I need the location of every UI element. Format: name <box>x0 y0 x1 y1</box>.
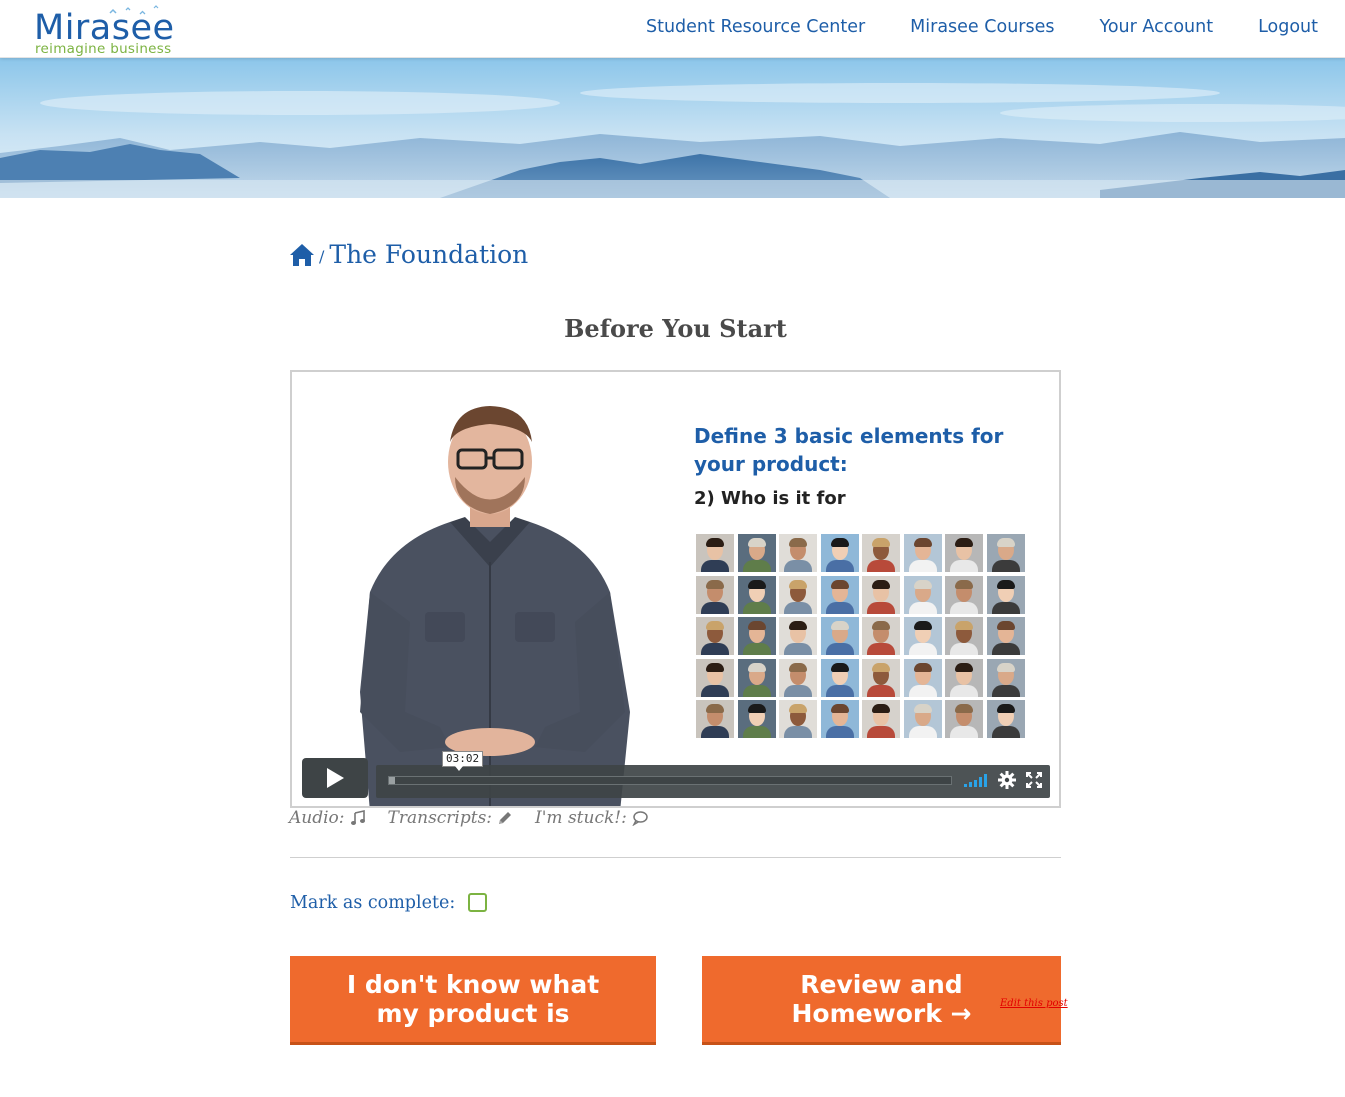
nav-student-resource-center[interactable]: Student Resource Center <box>646 17 865 37</box>
face-photo <box>986 700 1025 738</box>
face-photo <box>945 617 983 655</box>
face-photo <box>737 534 776 572</box>
face-photo <box>820 658 859 697</box>
face-photo <box>903 658 942 697</box>
nav-your-account[interactable]: Your Account <box>1099 17 1213 37</box>
face-photo <box>820 617 859 655</box>
edit-post-link[interactable]: Edit this post <box>1000 998 1068 1009</box>
face-photo <box>986 658 1025 697</box>
face-photo <box>862 575 900 614</box>
face-photo <box>986 575 1025 614</box>
presenter-image <box>360 406 630 806</box>
face-photo <box>779 658 817 697</box>
dont-know-product-label: I don't know what my product is <box>346 970 600 1028</box>
breadcrumb-the-foundation[interactable]: The Foundation <box>329 240 528 269</box>
mountain-banner <box>0 58 1345 198</box>
pencil-icon <box>499 812 512 824</box>
play-button[interactable] <box>302 758 368 798</box>
face-photo <box>696 534 734 572</box>
face-photo <box>737 700 776 738</box>
face-photo <box>737 658 776 697</box>
settings-gear-icon[interactable] <box>998 771 1016 789</box>
lesson-resources: Audio: Transcripts: I'm stuck!: <box>289 808 648 828</box>
face-photo <box>696 700 734 738</box>
home-icon[interactable] <box>289 243 315 267</box>
transcripts-label: Transcripts: <box>387 808 493 828</box>
face-photo <box>737 617 776 655</box>
face-photo <box>862 700 900 738</box>
mark-complete-checkbox[interactable] <box>468 893 487 912</box>
face-photo <box>903 575 942 614</box>
face-photo <box>696 658 734 697</box>
face-photo <box>820 575 859 614</box>
face-photo <box>737 575 776 614</box>
play-icon <box>327 768 344 788</box>
time-tooltip: 03:02 <box>442 751 484 771</box>
face-photo <box>696 617 734 655</box>
audio-label: Audio: <box>289 808 345 828</box>
face-photo <box>903 534 942 572</box>
face-photo <box>986 617 1025 655</box>
face-photo <box>945 700 983 738</box>
mark-complete-label: Mark as complete: <box>290 893 456 913</box>
face-photo <box>903 617 942 655</box>
face-photo <box>696 575 734 614</box>
logo-tagline: reimagine business <box>35 41 172 57</box>
progress-bar[interactable] <box>388 776 952 785</box>
breadcrumb: / The Foundation <box>289 240 528 269</box>
transcripts-link[interactable]: Transcripts: <box>388 808 514 828</box>
audio-link[interactable]: Audio: <box>289 808 366 828</box>
slide-title: Define 3 basic elements for your product… <box>694 424 1004 476</box>
comment-icon <box>632 811 648 826</box>
faces-grid <box>696 534 1028 740</box>
stuck-link[interactable]: I'm stuck!: <box>535 808 648 828</box>
fullscreen-icon[interactable] <box>1026 772 1042 788</box>
stuck-label: I'm stuck!: <box>535 808 627 828</box>
breadcrumb-separator: / <box>319 247 325 266</box>
video-controls: 03:02 <box>302 751 1050 798</box>
face-photo <box>862 617 900 655</box>
review-homework-label: Review and Homework → <box>791 970 972 1028</box>
page-title: Before You Start <box>564 314 787 343</box>
site-header: Mirasee reimagine business Student Resou… <box>0 0 1345 58</box>
face-photo <box>779 700 817 738</box>
video-player[interactable]: Define 3 basic elements for your product… <box>290 370 1061 808</box>
divider <box>290 857 1061 858</box>
nav-logout[interactable]: Logout <box>1258 17 1318 37</box>
face-photo <box>779 534 817 572</box>
progress-fill <box>389 777 395 784</box>
control-bar: 03:02 <box>376 751 1050 798</box>
face-photo <box>862 658 900 697</box>
face-photo <box>903 700 942 738</box>
face-photo <box>945 575 983 614</box>
face-photo <box>862 534 900 572</box>
face-photo <box>945 534 983 572</box>
nav-mirasee-courses[interactable]: Mirasee Courses <box>910 17 1054 37</box>
face-photo <box>945 658 983 697</box>
main-nav: Student Resource Center Mirasee Courses … <box>646 17 1318 37</box>
face-photo <box>820 534 859 572</box>
mirasee-logo[interactable]: Mirasee reimagine business <box>34 4 224 56</box>
face-photo <box>820 700 859 738</box>
face-photo <box>779 617 817 655</box>
dont-know-product-button[interactable]: I don't know what my product is <box>290 956 656 1045</box>
face-photo <box>986 534 1025 572</box>
slide-subtitle: 2) Who is it for <box>694 488 846 509</box>
music-note-icon <box>350 810 365 825</box>
face-photo <box>779 575 817 614</box>
volume-icon[interactable] <box>964 773 990 787</box>
